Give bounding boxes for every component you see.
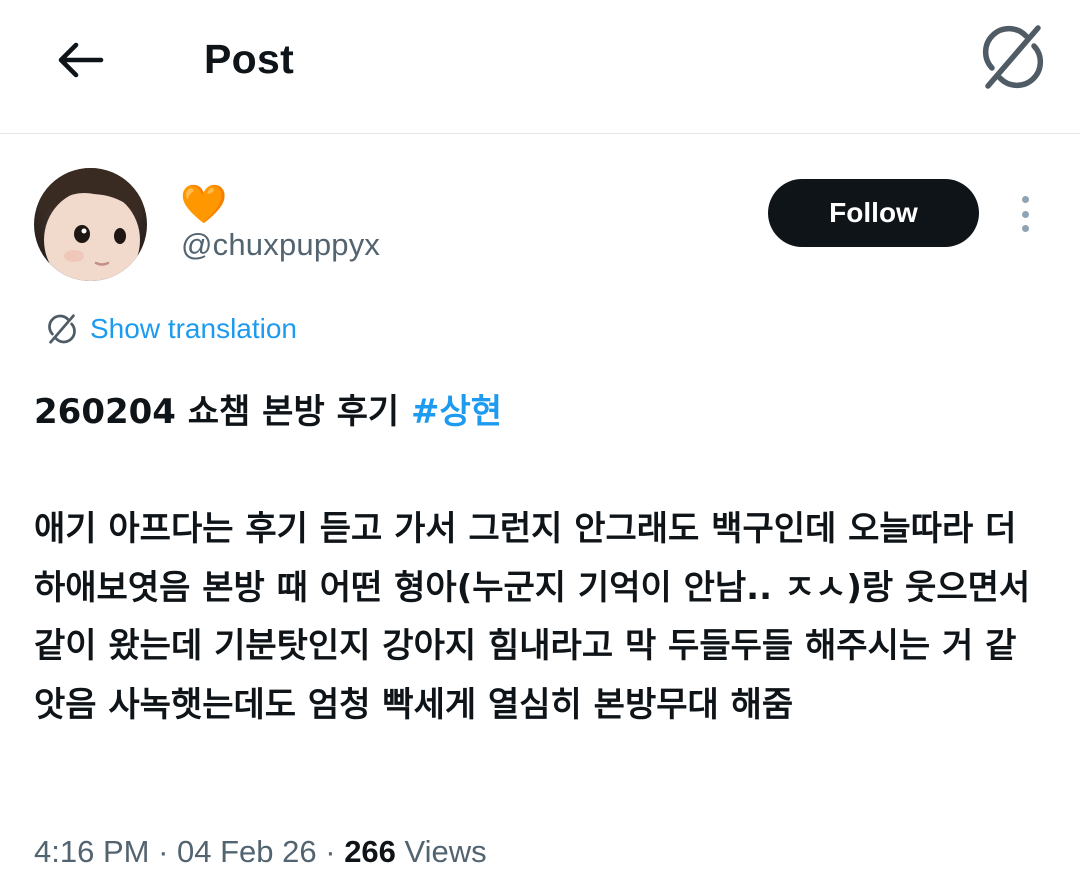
meta-separator: · (149, 834, 178, 869)
more-vertical-icon (1021, 196, 1029, 203)
show-translation-link[interactable]: Show translation (45, 307, 297, 351)
hashtag-link[interactable]: #상현 (411, 392, 502, 432)
views-label: Views (395, 834, 487, 869)
post-body: 애기 아프다는 후기 듣고 가서 그런지 안그래도 백구인데 오늘따라 더 하애… (34, 509, 1031, 725)
author-display-name[interactable]: 🧡 (180, 184, 227, 226)
show-translation-label: Show translation (90, 313, 298, 344)
post-title-text: 260204 쇼챔 본방 후기 (34, 392, 411, 432)
more-options-button[interactable] (1005, 190, 1045, 238)
grok-icon (45, 312, 79, 346)
meta-separator: · (316, 834, 345, 869)
back-button[interactable] (50, 30, 110, 90)
views-count: 266 (344, 834, 396, 869)
avatar[interactable] (34, 168, 147, 281)
top-bar: Post (0, 0, 1080, 134)
child-photo-avatar (34, 168, 147, 281)
grok-icon (982, 25, 1044, 89)
post-first-line: 260204 쇼챔 본방 후기 #상현 (34, 386, 1044, 438)
arrow-left-icon (58, 42, 104, 78)
page-title: Post (204, 36, 295, 82)
follow-button[interactable]: Follow (768, 179, 979, 247)
more-vertical-icon-dot (1021, 225, 1029, 232)
more-vertical-icon-dot (1021, 210, 1029, 218)
grok-button[interactable] (976, 20, 1050, 94)
post-time[interactable]: 4:16 PM (34, 834, 149, 869)
post-meta: 4:16 PM · 04 Feb 26 · 266 Views (34, 830, 487, 874)
post-date[interactable]: 04 Feb 26 (177, 834, 317, 869)
author-handle[interactable]: @chuxpuppyx (181, 225, 380, 265)
